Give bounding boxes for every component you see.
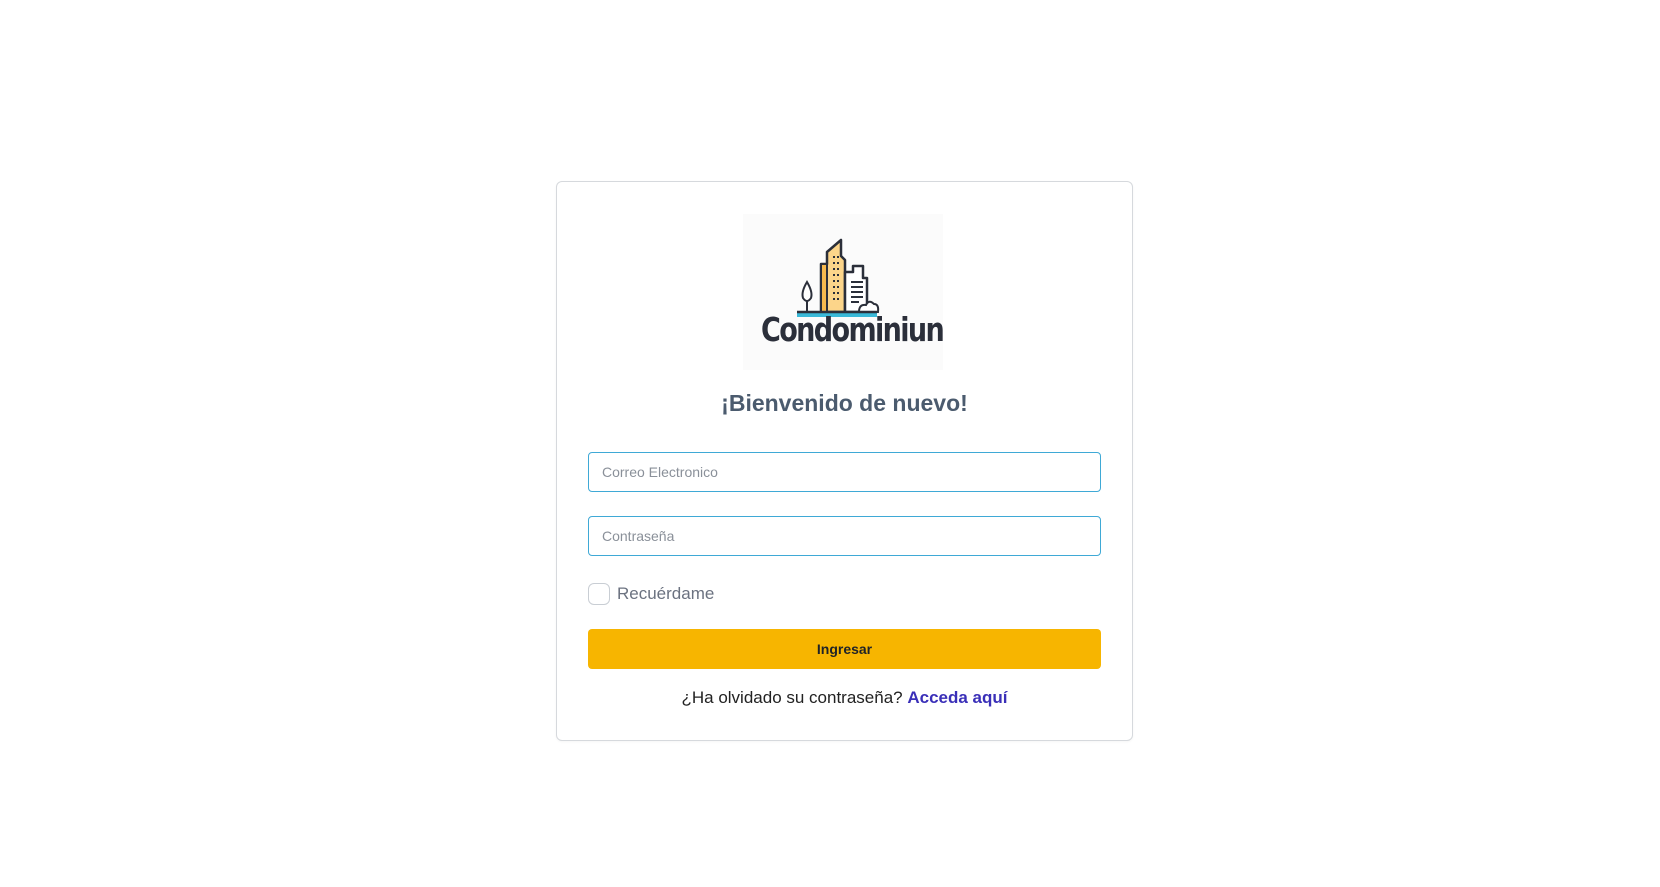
remember-me[interactable]: Recuérdame — [588, 582, 714, 606]
building-logo-icon — [797, 238, 880, 317]
welcome-title: ¡Bienvenido de nuevo! — [721, 390, 968, 416]
email-field[interactable] — [588, 452, 1101, 492]
forgot-question: ¿Ha olvidado su contraseña? — [681, 688, 903, 707]
login-card: Condominiun ¡Bienvenido de nuevo! Recuér… — [556, 181, 1133, 741]
logo-text: Condominiun — [761, 310, 945, 349]
forgot-password: ¿Ha olvidado su contraseña? Acceda aquí — [557, 688, 1132, 708]
password-field[interactable] — [588, 516, 1101, 556]
remember-checkbox[interactable] — [588, 583, 610, 605]
logo: Condominiun — [743, 214, 945, 370]
login-button[interactable]: Ingresar — [588, 629, 1101, 669]
remember-label: Recuérdame — [617, 584, 715, 603]
forgot-password-link[interactable]: Acceda aquí — [907, 688, 1007, 707]
